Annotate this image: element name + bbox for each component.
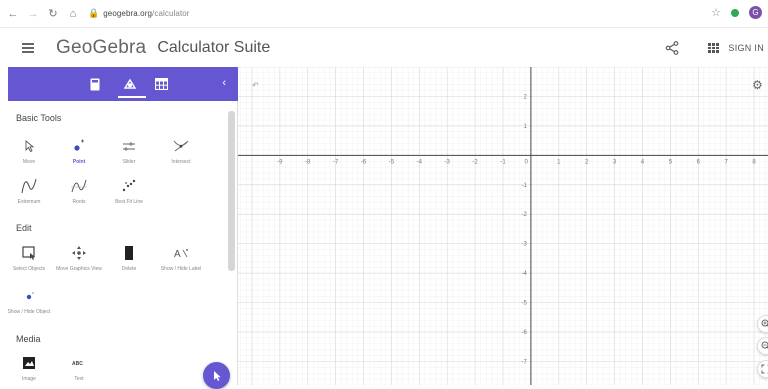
tool-roots[interactable]: Roots [56,175,102,205]
home-icon[interactable]: ⌂ [66,7,80,21]
apps-grid-icon[interactable] [708,43,719,53]
hamburger-menu-icon[interactable] [22,43,36,53]
x-tick-label: 3 [613,159,617,165]
y-tick-label: -7 [522,359,528,365]
y-tick-label: -1 [522,183,528,189]
fullscreen-icon [761,364,768,374]
zoom-out-icon [761,341,768,349]
tool-select-objects[interactable]: Select Objects [6,242,52,272]
cursor-arrow-icon [213,370,221,381]
y-tick-label: -2 [522,212,528,218]
tool-move[interactable]: Move [6,135,52,165]
tool-point[interactable]: Point [56,135,102,165]
bookmark-star-icon[interactable]: ☆ [711,6,721,19]
tool-delete[interactable]: Delete [106,242,152,272]
delete-icon [106,242,152,264]
intersect-icon [158,135,204,157]
x-tick-label: -5 [389,159,395,165]
settings-gear-icon[interactable]: ⚙ [752,79,764,91]
reload-icon[interactable]: ↻ [46,7,60,21]
tool-show-hide-object[interactable]: Show / Hide Object [6,285,52,315]
section-basic-tools: Basic Tools [16,113,62,123]
x-tick-label: -6 [361,159,367,165]
y-tick-label: -4 [522,271,528,277]
tool-best-fit-line[interactable]: Best Fit Line [106,175,152,205]
x-tick-label: 6 [697,159,701,165]
x-tick-label: 7 [724,159,728,165]
panel-scrollbar[interactable] [228,111,235,271]
y-tick-label: 2 [524,94,528,100]
browser-toolbar: ← → ↻ ⌂ 🔒 geogebra.org/calculator ☆ G [0,0,768,28]
image-icon [6,352,52,374]
x-tick-label: 0 [525,159,529,165]
calculator-icon[interactable] [88,76,102,92]
y-tick-label: 1 [524,124,528,130]
show-hide-object-icon [6,285,52,307]
y-tick-label: -3 [522,242,528,248]
graphics-view[interactable]: -9 -8 -7 -6 -5 -4 -3 -2 -1 0 1 2 3 4 5 6 7 8 2 1 -1 -2 -3 -4 -5 -… [238,67,768,385]
fullscreen-button[interactable] [757,360,768,378]
tool-slider[interactable]: Slider [106,135,152,165]
address-bar[interactable]: 🔒 geogebra.org/calculator [88,5,288,23]
active-tab-indicator [118,96,146,98]
tool-text[interactable]: ABC Text [56,352,102,382]
x-tick-label: -2 [472,159,478,165]
tool-extremum[interactable]: Extremum [6,175,52,205]
x-tick-label: 1 [557,159,561,165]
tool-move-graphics-view[interactable]: Move Graphics View [56,242,102,272]
svg-text:ABC: ABC [72,361,83,367]
x-tick-label: -9 [277,159,283,165]
x-tick-label: -4 [417,159,423,165]
collapse-panel-icon[interactable]: ‹ [222,77,226,89]
move-graphics-icon [56,242,102,264]
select-objects-icon [6,242,52,264]
share-icon[interactable] [664,40,680,56]
x-tick-label: -3 [445,159,451,165]
slider-icon [106,135,152,157]
sign-in-button[interactable]: SIGN IN [728,43,764,53]
extension-icon[interactable] [731,8,739,17]
svg-text:A: A [174,249,181,260]
coordinate-grid[interactable]: -9 -8 -7 -6 -5 -4 -3 -2 -1 0 1 2 3 4 5 6 7 8 2 1 -1 -2 -3 -4 -5 -… [238,67,768,385]
x-tick-label: 5 [669,159,673,165]
tool-image[interactable]: Image [6,352,52,382]
x-tick-label: 4 [641,159,645,165]
x-tick-label: -8 [305,159,311,165]
point-icon [56,135,102,157]
x-tick-label: -7 [333,159,339,165]
tool-intersect[interactable]: Intersect [158,135,204,165]
url-text: geogebra.org/calculator [103,9,190,18]
y-tick-label: -5 [522,301,528,307]
zoom-in-button[interactable] [757,315,768,333]
back-arrow-icon[interactable]: ← [6,7,20,21]
app-title: Calculator Suite [157,39,271,56]
move-arrow-icon [6,135,52,157]
section-edit: Edit [16,223,32,233]
section-media: Media [16,334,41,344]
x-tick-label: 8 [752,159,756,165]
undo-icon[interactable]: ↶ [252,81,259,90]
best-fit-line-icon [106,175,152,197]
tools-panel: ‹ Basic Tools Move Point Slider Intersec… [8,67,238,385]
brand-logo[interactable]: GeoGebra [56,37,146,59]
show-hide-label-icon: A [158,242,204,264]
geometry-tools-icon[interactable] [123,76,137,92]
profile-avatar[interactable]: G [749,6,762,19]
extremum-icon [6,175,52,197]
zoom-out-button[interactable] [757,337,768,355]
roots-icon [56,175,102,197]
table-icon[interactable] [154,76,168,92]
tool-show-hide-label[interactable]: A Show / Hide Label [158,242,204,272]
panel-tab-bar: ‹ [8,67,238,101]
y-tick-label: -6 [522,330,528,336]
x-tick-label: -1 [500,159,506,165]
forward-arrow-icon[interactable]: → [26,7,40,21]
lock-icon: 🔒 [88,8,100,18]
app-header: GeoGebra Calculator Suite SIGN IN [0,29,768,67]
zoom-in-icon [761,319,768,327]
x-tick-label: 2 [585,159,589,165]
text-icon: ABC [56,352,102,374]
